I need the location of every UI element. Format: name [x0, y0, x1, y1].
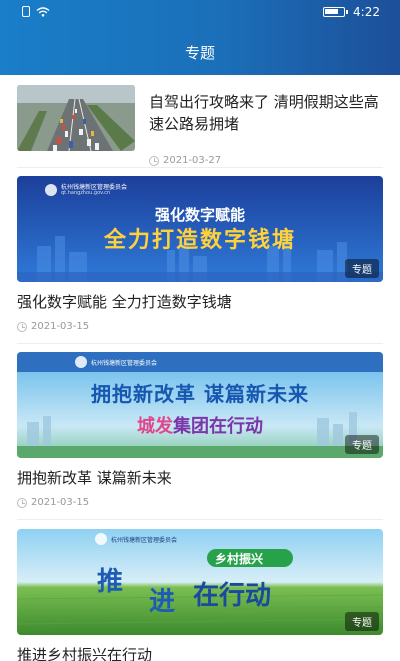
topic-tag: 专题	[345, 435, 379, 454]
battery-icon	[323, 7, 349, 17]
item-date: 2021-03-15	[31, 321, 90, 332]
divider	[17, 167, 383, 168]
item-date: 2021-03-15	[31, 497, 90, 508]
topic-tag: 专题	[345, 612, 379, 631]
item-headline[interactable]: 拥抱新改革 谋篇新未来	[17, 467, 383, 489]
highway-thumbnail[interactable]	[17, 85, 135, 151]
banner-title-line2: 全力打造数字钱塘	[103, 227, 296, 253]
topic-feed[interactable]: 自驾出行攻略来了 清明假期这些高速公路易拥堵 2021-03-27 杭州钱塘新区…	[0, 75, 400, 661]
item-meta: 2021-03-15	[17, 497, 383, 508]
item-date: 2021-03-27	[163, 155, 222, 166]
banner-org-url: qt.hangzhou.gov.cn	[61, 190, 111, 196]
list-item[interactable]: 杭州钱塘新区管理委员会 拥抱新改革 谋篇新未来 城发集团在行动 专题 拥抱新改革…	[17, 352, 383, 508]
banner-title-line1: 拥抱新改革 谋篇新未来	[91, 382, 309, 406]
org-logo-icon	[45, 184, 57, 196]
clock-icon	[17, 497, 27, 508]
status-time: 4:22	[353, 5, 380, 19]
banner-title-char1: 推	[97, 567, 124, 597]
banner-org: 杭州钱塘新区管理委员会	[91, 360, 158, 367]
wifi-icon	[36, 6, 50, 17]
divider	[17, 343, 383, 344]
list-item[interactable]: 杭州钱塘新区管理委员会 乡村振兴 推 进 在行动 专题 推进乡村振兴在行动	[17, 529, 383, 661]
banner-badge: 乡村振兴	[215, 552, 264, 566]
app-header: 4:22 专题	[0, 0, 400, 75]
list-item[interactable]: 自驾出行攻略来了 清明假期这些高速公路易拥堵 2021-03-27	[17, 85, 383, 169]
sim-card-icon	[22, 6, 30, 17]
banner-title-line2: 城发集团在行动	[17, 412, 383, 438]
clock-icon	[149, 155, 159, 166]
banner-org: 杭州钱塘新区管理委员会	[111, 537, 178, 544]
item-headline[interactable]: 推进乡村振兴在行动	[17, 644, 383, 661]
item-meta: 2021-03-15	[17, 321, 383, 332]
rural-revitalization-banner[interactable]: 杭州钱塘新区管理委员会 乡村振兴 推 进 在行动 专题	[17, 529, 383, 635]
topic-tag: 专题	[345, 259, 379, 278]
banner-title-rest: 集团在行动	[173, 416, 263, 437]
banner-title-char2: 进	[149, 587, 176, 617]
digital-qiantang-banner[interactable]: 杭州钱塘新区管理委员会 qt.hangzhou.gov.cn 强化数字赋能 全力…	[17, 176, 383, 282]
item-headline[interactable]: 自驾出行攻略来了 清明假期这些高速公路易拥堵	[149, 91, 383, 135]
divider	[17, 519, 383, 520]
banner-title-rest: 在行动	[193, 581, 272, 611]
org-logo-icon	[75, 356, 87, 368]
clock-icon	[17, 321, 27, 332]
banner-title-accent: 城发	[137, 416, 173, 437]
status-bar: 4:22	[0, 0, 400, 26]
org-logo-icon	[95, 533, 107, 545]
list-item[interactable]: 杭州钱塘新区管理委员会 qt.hangzhou.gov.cn 强化数字赋能 全力…	[17, 176, 383, 332]
item-meta: 2021-03-27	[149, 155, 221, 166]
page-title: 专题	[184, 44, 215, 62]
reform-banner[interactable]: 杭州钱塘新区管理委员会 拥抱新改革 谋篇新未来 城发集团在行动 专题	[17, 352, 383, 458]
item-headline[interactable]: 强化数字赋能 全力打造数字钱塘	[17, 291, 383, 313]
